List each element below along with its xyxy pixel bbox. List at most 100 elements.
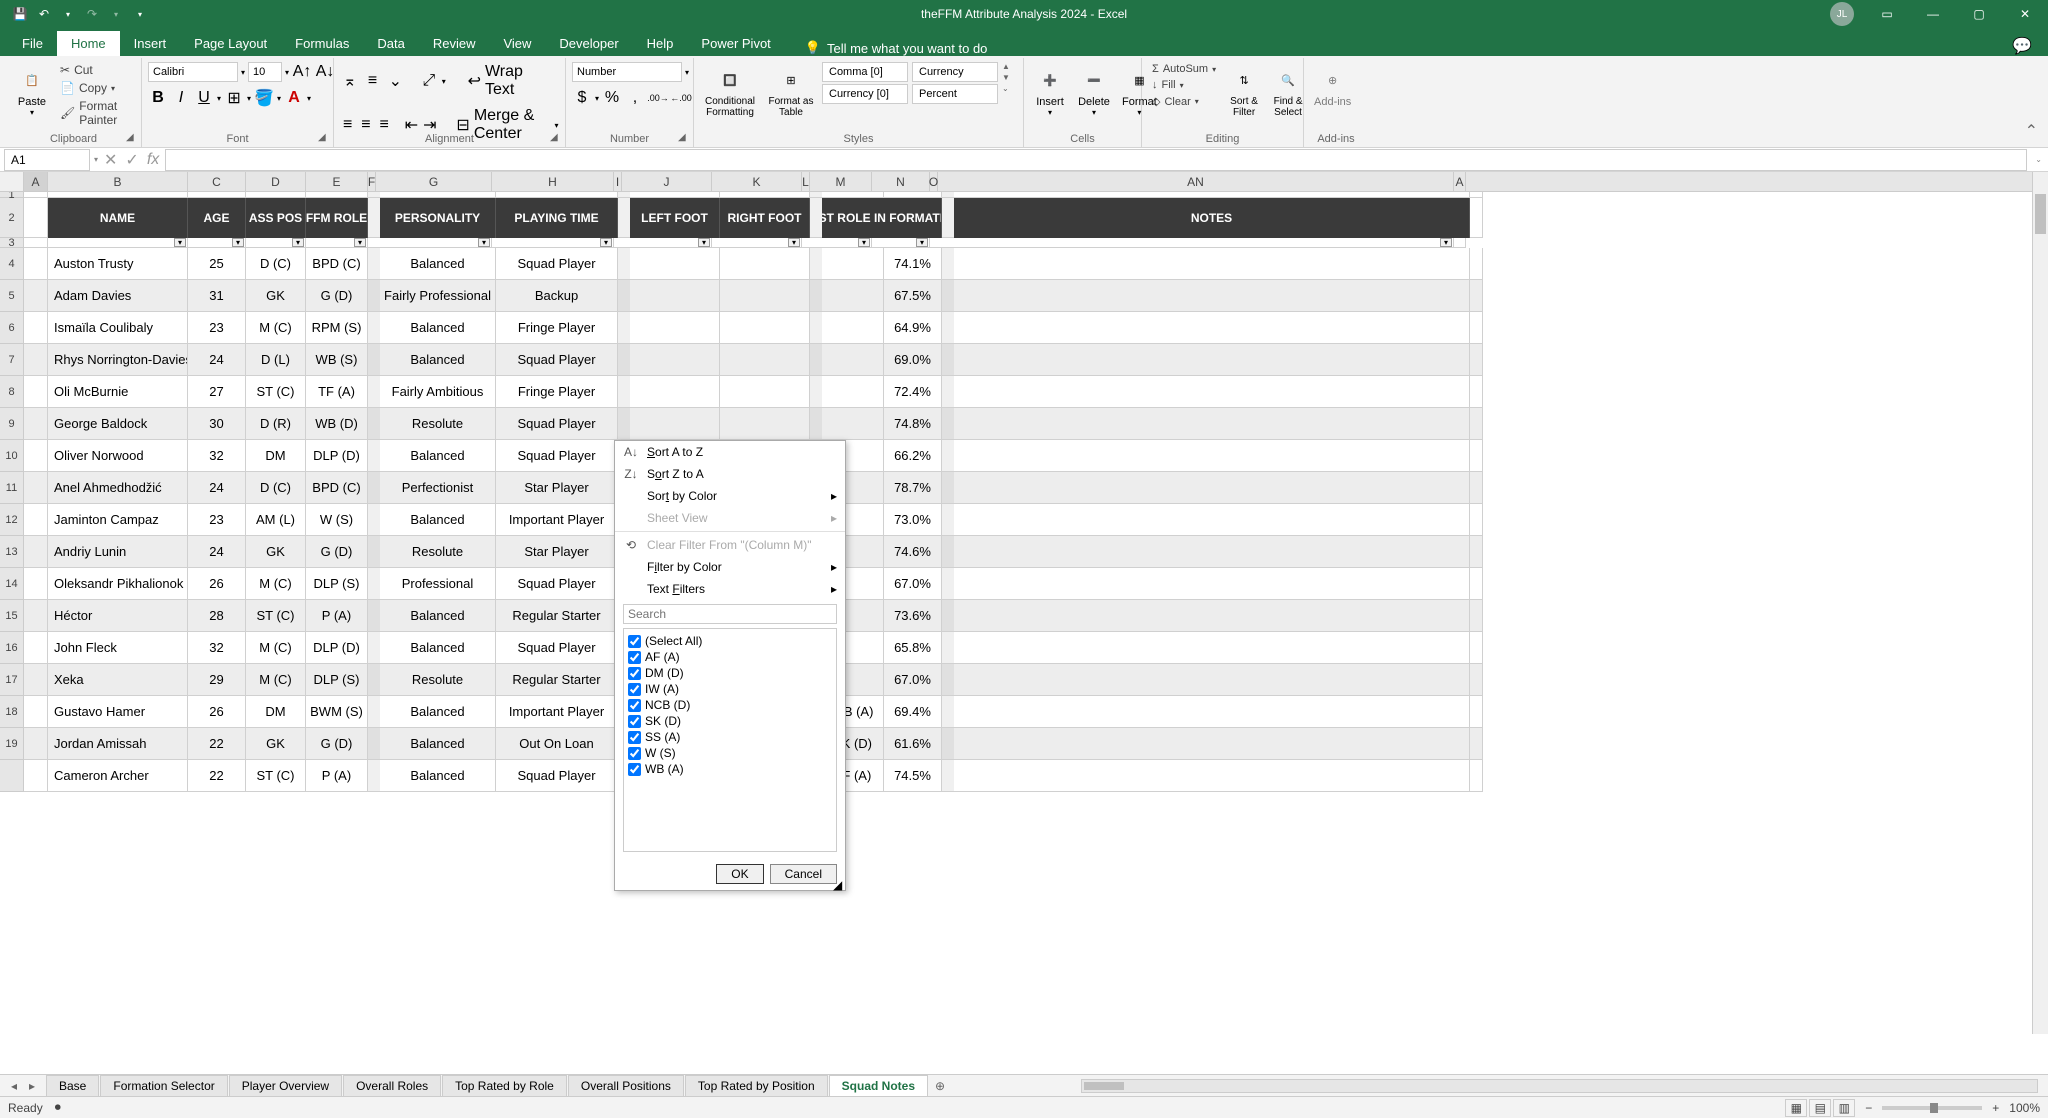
cell[interactable]: [24, 408, 48, 440]
column-header-J[interactable]: J: [622, 172, 712, 191]
cell[interactable]: 32: [188, 632, 246, 664]
share-icon[interactable]: 💬: [2012, 36, 2032, 56]
column-header-A[interactable]: A: [24, 172, 48, 191]
filter-arrow[interactable]: ▾: [1440, 238, 1452, 247]
column-header-O[interactable]: O: [930, 172, 938, 191]
accounting-format-icon[interactable]: $: [572, 88, 592, 108]
cell[interactable]: George Baldock: [48, 408, 188, 440]
sheet-tab[interactable]: Base: [46, 1075, 99, 1097]
row-header[interactable]: 12: [0, 504, 24, 536]
addins-button[interactable]: ⊕Add-ins: [1310, 62, 1355, 110]
cell[interactable]: Balanced: [380, 440, 496, 472]
fill-button[interactable]: ↓ Fill ▾: [1148, 78, 1220, 92]
cell[interactable]: [24, 248, 48, 280]
fill-color-button[interactable]: 🪣: [254, 88, 274, 108]
cell[interactable]: [810, 248, 822, 280]
cell[interactable]: [368, 408, 380, 440]
cell[interactable]: [942, 600, 954, 632]
filter-by-color[interactable]: Filter by Color▸: [615, 556, 845, 578]
cell[interactable]: [1470, 600, 1483, 632]
collapse-ribbon-icon[interactable]: ⌃: [2025, 121, 2038, 141]
cell[interactable]: Jaminton Campaz: [48, 504, 188, 536]
cell[interactable]: [24, 568, 48, 600]
cell[interactable]: 73.6%: [884, 600, 942, 632]
cell[interactable]: 73.0%: [884, 504, 942, 536]
sheet-tab[interactable]: Squad Notes: [829, 1075, 928, 1097]
cell[interactable]: 74.1%: [884, 248, 942, 280]
cell[interactable]: [942, 376, 954, 408]
cell[interactable]: [720, 408, 810, 440]
cell[interactable]: Perfectionist: [380, 472, 496, 504]
sheet-tab[interactable]: Player Overview: [229, 1075, 342, 1097]
cell[interactable]: [24, 632, 48, 664]
tab-developer[interactable]: Developer: [545, 31, 632, 56]
cell[interactable]: Oli McBurnie: [48, 376, 188, 408]
formula-input[interactable]: [165, 149, 2027, 171]
column-header-M[interactable]: M: [810, 172, 872, 191]
cell[interactable]: 26: [188, 568, 246, 600]
row-header[interactable]: 16: [0, 632, 24, 664]
cell[interactable]: Jordan Amissah: [48, 728, 188, 760]
number-format-dropdown[interactable]: Number: [572, 62, 682, 82]
filter-option[interactable]: (Select All): [628, 633, 832, 649]
tab-insert[interactable]: Insert: [120, 31, 181, 56]
cell[interactable]: [822, 248, 884, 280]
cell[interactable]: [954, 600, 1470, 632]
format-painter-button[interactable]: 🖌 Format Painter: [56, 98, 135, 128]
row-header-2[interactable]: 2: [0, 198, 24, 238]
filter-checkbox[interactable]: [628, 683, 641, 696]
style-comma0[interactable]: Comma [0]: [822, 62, 908, 82]
cell[interactable]: [810, 312, 822, 344]
align-bottom-icon[interactable]: ⌄: [385, 71, 405, 91]
cell[interactable]: 72.4%: [884, 376, 942, 408]
cell[interactable]: 74.6%: [884, 536, 942, 568]
clipboard-launcher-icon[interactable]: ◢: [126, 132, 138, 144]
row-header[interactable]: 15: [0, 600, 24, 632]
filter-option[interactable]: WB (A): [628, 761, 832, 777]
cell[interactable]: Squad Player: [496, 248, 618, 280]
cell[interactable]: [618, 280, 630, 312]
conditional-formatting-button[interactable]: 🔲 Conditional Formatting: [700, 62, 760, 120]
cell[interactable]: [954, 504, 1470, 536]
cell[interactable]: Fringe Player: [496, 312, 618, 344]
filter-option[interactable]: W (S): [628, 745, 832, 761]
cell[interactable]: M (C): [246, 664, 306, 696]
filter-arrow[interactable]: ▾: [916, 238, 928, 247]
cell[interactable]: D (C): [246, 248, 306, 280]
row-header[interactable]: 13: [0, 536, 24, 568]
cell[interactable]: 32: [188, 440, 246, 472]
cell[interactable]: DM: [246, 696, 306, 728]
cell[interactable]: D (L): [246, 344, 306, 376]
style-percent[interactable]: Percent: [912, 84, 998, 104]
tab-formulas[interactable]: Formulas: [281, 31, 363, 56]
cell[interactable]: [368, 344, 380, 376]
cell[interactable]: [810, 344, 822, 376]
cell[interactable]: WB (S): [306, 344, 368, 376]
cell[interactable]: P (A): [306, 600, 368, 632]
cell[interactable]: 27: [188, 376, 246, 408]
cell[interactable]: Squad Player: [496, 344, 618, 376]
undo-menu-icon[interactable]: ▾: [58, 4, 78, 24]
cell[interactable]: Squad Player: [496, 568, 618, 600]
filter-checkbox[interactable]: [628, 635, 641, 648]
style-currency0[interactable]: Currency [0]: [822, 84, 908, 104]
cell[interactable]: DLP (D): [306, 632, 368, 664]
cell[interactable]: [954, 664, 1470, 696]
tab-data[interactable]: Data: [363, 31, 418, 56]
cell[interactable]: [942, 472, 954, 504]
delete-cells-button[interactable]: ➖Delete▾: [1074, 62, 1114, 119]
tell-me-search[interactable]: 💡Tell me what you want to do: [805, 40, 988, 56]
clear-button[interactable]: ◇ Clear ▾: [1148, 94, 1220, 109]
row-header[interactable]: 5: [0, 280, 24, 312]
cell[interactable]: John Fleck: [48, 632, 188, 664]
cell[interactable]: [810, 198, 822, 238]
cell[interactable]: [942, 408, 954, 440]
cell[interactable]: [368, 728, 380, 760]
fx-icon[interactable]: fx: [147, 151, 159, 169]
cell[interactable]: [822, 376, 884, 408]
cell[interactable]: Oleksandr Pikhalionok: [48, 568, 188, 600]
enter-formula-icon[interactable]: ✓: [125, 150, 138, 170]
filter-checkbox[interactable]: [628, 715, 641, 728]
cell[interactable]: [368, 376, 380, 408]
page-break-view-icon[interactable]: ▥: [1833, 1099, 1855, 1117]
